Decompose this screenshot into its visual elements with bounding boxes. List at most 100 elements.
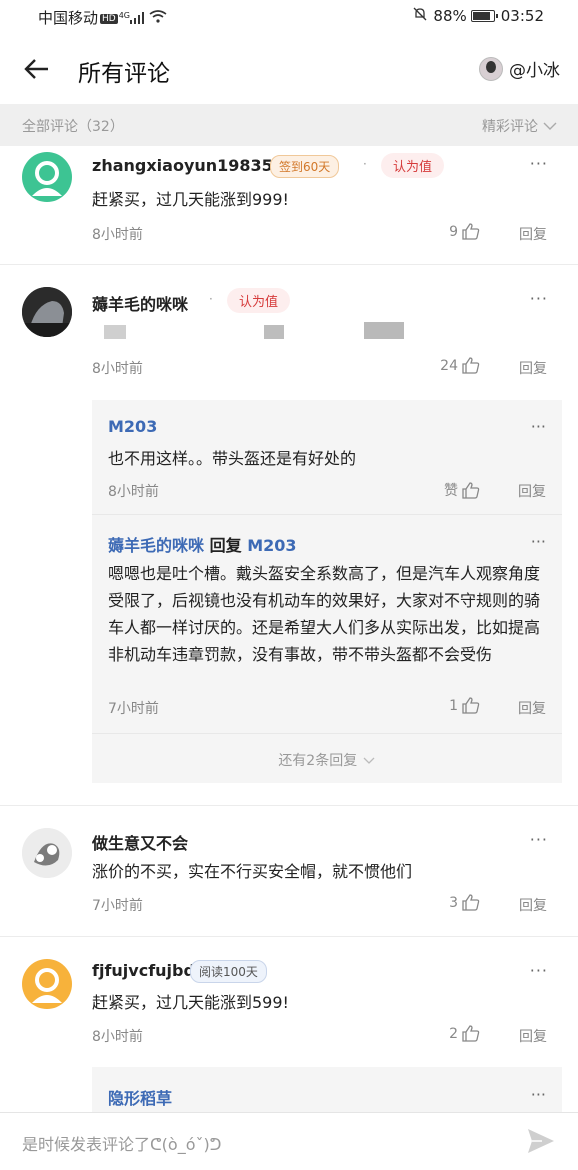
checkin-badge: 签到60天	[270, 155, 340, 178]
mute-bell-icon	[413, 7, 427, 25]
reply-text: 嗯嗯也是吐个槽。戴头盔安全系数高了，但是汽车人观察角度受限了，后视镜也没有机动车…	[108, 564, 541, 664]
avatar[interactable]	[22, 959, 72, 1009]
reply-thread: M203 ··· 也不用这样。。带头盔还是有好处的 8小时前 赞 回复 薅羊毛的…	[92, 400, 562, 783]
header-username: @小冰	[509, 61, 560, 81]
comment-input-bar: 是时候发表评论了ᕦ(ò_óˇ)ᕤ	[0, 1112, 578, 1170]
divider	[92, 733, 562, 734]
battery-icon	[470, 10, 498, 22]
thumbs-up-icon	[462, 223, 480, 240]
like-button[interactable]: 1	[449, 697, 480, 714]
sort-label: 精彩评论	[482, 119, 538, 135]
redacted-text	[364, 322, 404, 339]
reply-button[interactable]: 回复	[519, 895, 547, 915]
reply-author[interactable]: 薅羊毛的咪咪	[108, 536, 204, 555]
checkin-badge-label: 签到60天	[279, 160, 331, 174]
more-replies-label: 还有2条回复	[278, 753, 358, 769]
reading-badge: 阅读100天	[190, 960, 267, 983]
comment-time: 7小时前	[92, 898, 143, 914]
like-button[interactable]: 9	[449, 223, 480, 240]
battery-percent: 88%	[433, 7, 467, 25]
send-icon[interactable]	[526, 1127, 556, 1159]
reply-button[interactable]: 回复	[519, 224, 547, 244]
dot-separator: ·	[209, 292, 213, 306]
show-more-replies[interactable]: 还有2条回复	[92, 750, 562, 770]
thumbs-up-icon	[462, 894, 480, 911]
like-count: 2	[449, 1025, 458, 1042]
carrier-name: 中国移动	[38, 9, 99, 27]
back-arrow-icon[interactable]	[22, 54, 52, 84]
comment-text: 赶紧买，过几天能涨到599!	[92, 993, 289, 1012]
comment-time: 8小时前	[92, 227, 143, 243]
more-options-icon[interactable]: ···	[531, 417, 546, 436]
all-comments-count: 全部评论（32）	[22, 119, 124, 135]
reply-button[interactable]: 回复	[519, 1026, 547, 1046]
comment-item: zhangxiaoyun198355 签到60天 · 认为值 ··· 赶紧买，过…	[0, 146, 578, 264]
username[interactable]: 薅羊毛的咪咪	[92, 291, 188, 315]
like-button[interactable]: 2	[449, 1025, 480, 1042]
thumbs-up-icon	[462, 481, 480, 499]
reply-time: 7小时前	[108, 701, 159, 717]
like-count: 3	[449, 894, 458, 911]
more-options-icon[interactable]: ···	[531, 532, 546, 551]
comment-text: 涨价的不买，实在不行买安全帽，就不惯他们	[92, 862, 413, 881]
reply-username[interactable]: 隐形稻草	[108, 1085, 172, 1109]
signal-icon	[130, 12, 145, 24]
reply-button[interactable]: 回复	[519, 358, 547, 378]
reply-thread: 隐形稻草 ···	[92, 1067, 562, 1117]
reply-username[interactable]: M203	[108, 417, 157, 436]
thumbs-up-icon	[462, 1025, 480, 1042]
header-user-link[interactable]: @小冰	[479, 56, 560, 81]
reply-button[interactable]: 回复	[518, 481, 546, 501]
like-label: 赞	[444, 483, 458, 499]
reply-username: 薅羊毛的咪咪 回复 M203	[108, 532, 297, 556]
like-count: 9	[449, 223, 458, 240]
status-right: 88% 03:52	[413, 7, 544, 25]
reply-target[interactable]: M203	[247, 536, 296, 555]
hd-icon: HD	[100, 14, 118, 24]
username[interactable]: fjfujvcfujbd	[92, 961, 195, 980]
username[interactable]: zhangxiaoyun198355	[92, 156, 284, 175]
comment-time: 8小时前	[92, 361, 143, 377]
comment-time: 8小时前	[92, 1029, 143, 1045]
status-bar: 中国移动 HD 4G 88% 03:52	[0, 0, 578, 34]
more-options-icon[interactable]: ···	[530, 289, 548, 308]
sort-dropdown[interactable]: 精彩评论	[482, 116, 558, 136]
user-avatar	[479, 56, 503, 81]
carrier-info: 中国移动 HD 4G	[38, 7, 167, 28]
like-button[interactable]: 赞	[444, 480, 480, 500]
avatar[interactable]	[22, 152, 72, 202]
like-button[interactable]: 24	[440, 357, 480, 374]
agree-badge: 认为值	[227, 288, 291, 313]
redacted-text	[104, 325, 126, 339]
comment-text: 赶紧买，过几天能涨到999!	[92, 190, 289, 209]
comment-item: fjfujvcfujbd 阅读100天 ··· 赶紧买，过几天能涨到599! 8…	[0, 937, 578, 1117]
filter-bar: 全部评论（32） 精彩评论	[0, 104, 578, 146]
chevron-down-icon	[363, 757, 375, 764]
more-options-icon[interactable]: ···	[531, 1085, 546, 1104]
reply-button[interactable]: 回复	[518, 698, 546, 718]
like-count: 1	[449, 697, 458, 714]
avatar[interactable]	[22, 828, 72, 878]
like-button[interactable]: 3	[449, 894, 480, 911]
divider	[92, 514, 562, 515]
wifi-icon	[149, 10, 167, 27]
thumbs-up-icon	[462, 357, 480, 374]
like-count: 24	[440, 357, 458, 374]
redacted-text	[264, 325, 284, 339]
thumbs-up-icon	[462, 697, 480, 714]
reply-text: 也不用这样。。带头盔还是有好处的	[108, 449, 357, 468]
chevron-down-icon	[543, 122, 557, 130]
more-options-icon[interactable]: ···	[530, 961, 548, 980]
reply-word: 回复	[209, 536, 242, 555]
network-type: 4G	[118, 11, 131, 20]
reply-time: 8小时前	[108, 484, 159, 500]
more-options-icon[interactable]: ···	[530, 830, 548, 849]
agree-badge: 认为值	[381, 153, 445, 178]
username[interactable]: 做生意又不会	[92, 830, 188, 854]
comment-item: 做生意又不会 ··· 涨价的不买，实在不行买安全帽，就不惯他们 7小时前 3 回…	[0, 806, 578, 936]
comment-input[interactable]: 是时候发表评论了ᕦ(ò_óˇ)ᕤ	[22, 1131, 221, 1155]
more-options-icon[interactable]: ···	[530, 154, 548, 173]
app-header: 所有评论 @小冰	[0, 34, 578, 104]
clock: 03:52	[500, 7, 544, 25]
avatar[interactable]	[22, 287, 72, 337]
